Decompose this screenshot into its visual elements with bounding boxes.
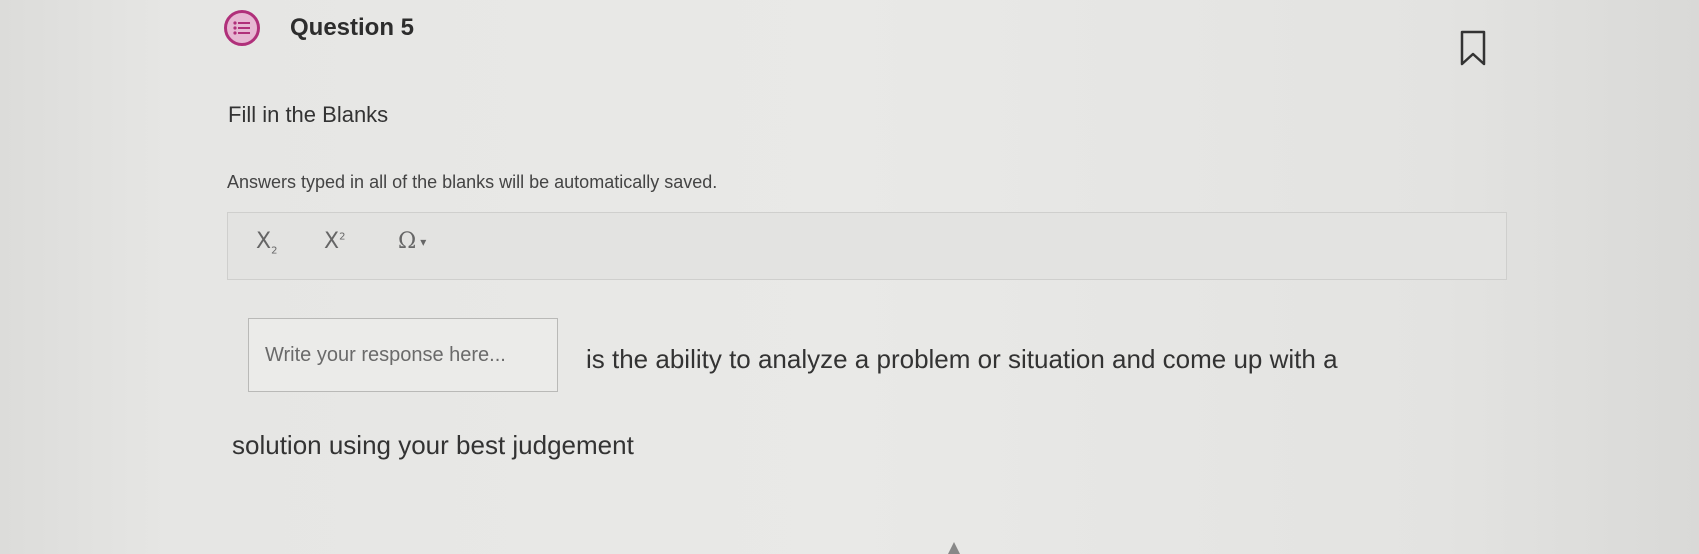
sentence-text-line1: is the ability to analyze a problem or s… (586, 344, 1338, 374)
bookmark-icon[interactable] (1460, 30, 1486, 66)
instructions-text: Answers typed in all of the blanks will … (227, 172, 718, 192)
response-input[interactable] (248, 318, 558, 392)
question-title: Question 5 (290, 14, 415, 41)
chevron-down-icon: ▾ (420, 235, 427, 249)
special-characters-button[interactable]: Ω ▾ (398, 229, 426, 254)
formatting-toolbar: X2 X2 Ω ▾ (227, 212, 1507, 280)
sentence-text-line2: solution using your best judgement (232, 430, 634, 460)
omega-icon: Ω (398, 229, 417, 254)
mouse-cursor-icon (948, 542, 960, 554)
superscript-button[interactable]: X2 (324, 229, 345, 254)
section-title: Fill in the Blanks (228, 102, 389, 127)
subscript-button[interactable]: X2 (256, 229, 277, 256)
question-list-icon (224, 10, 260, 46)
